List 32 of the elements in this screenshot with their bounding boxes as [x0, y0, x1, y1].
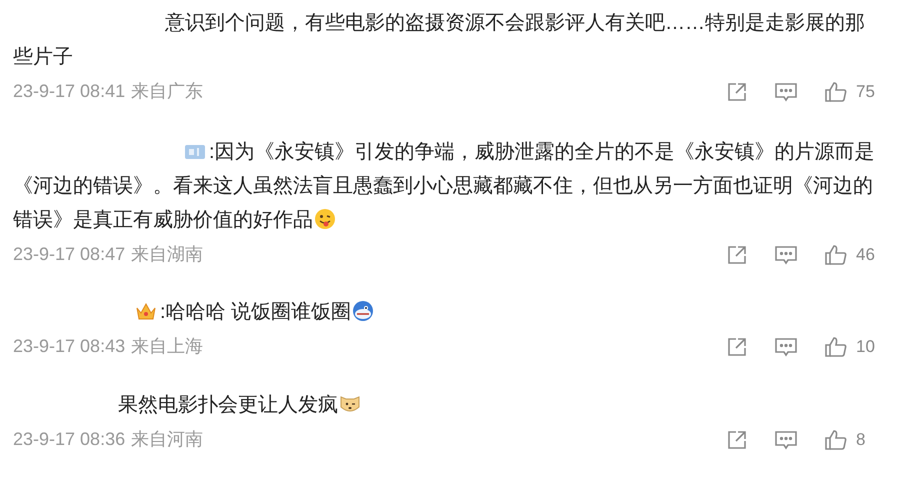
thumbs-up-icon[interactable] — [824, 80, 848, 102]
shark-emoji-icon — [352, 300, 374, 322]
comment-icon[interactable] — [774, 336, 798, 358]
comment-location: 来自湖南 — [131, 243, 204, 266]
comment-text: 果然电影扑会更让人发疯 — [13, 388, 876, 422]
comment-time: 23-9-17 08:47 — [13, 243, 126, 266]
thumbs-up-icon[interactable] — [824, 336, 848, 358]
comment-location: 来自广东 — [131, 80, 204, 103]
like-count: 8 — [856, 428, 866, 451]
comment-text: :因为《永安镇》引发的争端，威胁泄露的全片的不是《永安镇》的片源而是《河边的错误》。看来这人虽然法盲且愚蠢到小心思藏都藏不住，但也从另一方面也证明《河边的错误》是真正有威胁价值的好作品 — [13, 140, 876, 233]
thumbs-up-icon[interactable] — [824, 428, 848, 450]
crown-icon — [135, 301, 157, 321]
comment-location: 来自上海 — [131, 335, 204, 358]
comment-text: 意识到个问题，有些电影的盗摄资源不会跟影评人有关吧……特别是走影展的那些片子 — [13, 11, 866, 70]
share-icon[interactable] — [726, 336, 748, 358]
share-icon[interactable] — [726, 80, 748, 102]
like-count: 46 — [856, 244, 876, 266]
tongue-emoji-icon — [314, 208, 336, 230]
like-count: 10 — [856, 336, 876, 358]
like-count: 75 — [856, 80, 876, 103]
comment-time: 23-9-17 08:36 — [13, 428, 126, 451]
thumbs-up-icon[interactable] — [824, 244, 848, 266]
share-icon[interactable] — [726, 244, 748, 266]
comment-icon[interactable] — [774, 428, 798, 450]
comment-icon[interactable] — [774, 244, 798, 266]
comment-icon[interactable] — [774, 80, 798, 102]
comment-text: :哈哈哈 说饭圈谁饭圈 — [13, 295, 876, 329]
comment-time: 23-9-17 08:43 — [13, 335, 126, 358]
comment-location: 来自河南 — [131, 428, 204, 451]
share-icon[interactable] — [726, 428, 748, 450]
badge-icon — [185, 145, 205, 159]
comment-time: 23-9-17 08:41 — [13, 80, 126, 103]
